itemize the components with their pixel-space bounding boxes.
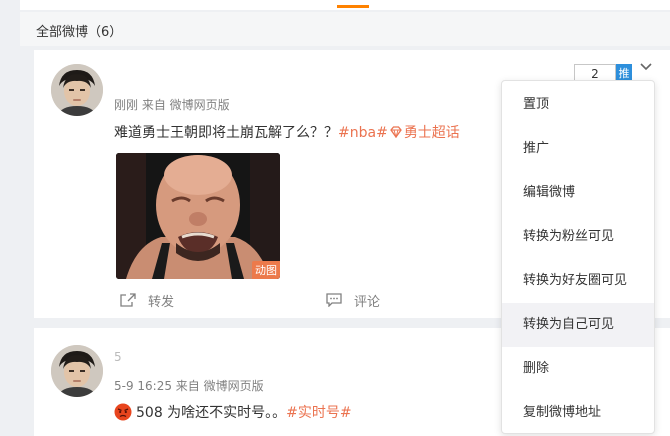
super-topic-diamond-icon: [389, 126, 402, 138]
post-image[interactable]: 动图: [116, 153, 280, 279]
comment-label: 评论: [354, 294, 381, 310]
super-topic-link[interactable]: 勇士超话: [404, 125, 460, 141]
section-title: 全部微博（6）: [36, 25, 123, 40]
menu-item-friends-only[interactable]: 转换为好友圈可见: [502, 259, 654, 303]
hashtag-link[interactable]: #实时号#: [286, 405, 351, 421]
menu-item-edit[interactable]: 编辑微博: [502, 171, 654, 215]
comment-button[interactable]: 评论: [326, 290, 380, 310]
post-text: 508 为啥还不实时号。。#实时号#: [114, 402, 352, 422]
menu-item-delete[interactable]: 删除: [502, 347, 654, 391]
menu-item-copy-link[interactable]: 复制微博地址: [502, 391, 654, 435]
section-header: 全部微博（6）: [20, 12, 670, 46]
repost-button[interactable]: 转发: [120, 290, 174, 310]
post-meta: 刚刚 来自 微博网页版: [114, 98, 230, 112]
hashtag-link[interactable]: #nba#: [338, 125, 388, 141]
repost-label: 转发: [148, 294, 175, 310]
post-nickname[interactable]: 5: [114, 350, 122, 364]
chevron-down-icon[interactable]: [637, 58, 655, 76]
post-options-menu: 置顶 推广 编辑微博 转换为粉丝可见 转换为好友圈可见 转换为自己可见 删除 复…: [501, 80, 655, 434]
post-text-main: 难道勇士王朝即将土崩瓦解了么？？: [114, 125, 338, 141]
post-meta: 5-9 16:25 来自 微博网页版: [114, 379, 264, 393]
post-text: 难道勇士王朝即将土崩瓦解了么？？#nba# 勇士超话: [114, 122, 460, 142]
angry-face-icon: [114, 403, 132, 421]
avatar[interactable]: [51, 64, 103, 116]
repost-icon: [120, 293, 136, 307]
menu-item-self-only[interactable]: 转换为自己可见: [502, 303, 654, 347]
menu-item-promote[interactable]: 推广: [502, 127, 654, 171]
active-tab-indicator: [337, 5, 369, 8]
post-text-main: 508 为啥还不实时号。。: [136, 405, 287, 421]
gif-badge: 动图: [252, 261, 280, 279]
avatar[interactable]: [51, 345, 103, 397]
menu-item-fans-only[interactable]: 转换为粉丝可见: [502, 215, 654, 259]
comment-icon: [326, 293, 342, 307]
menu-item-pin[interactable]: 置顶: [502, 83, 654, 127]
